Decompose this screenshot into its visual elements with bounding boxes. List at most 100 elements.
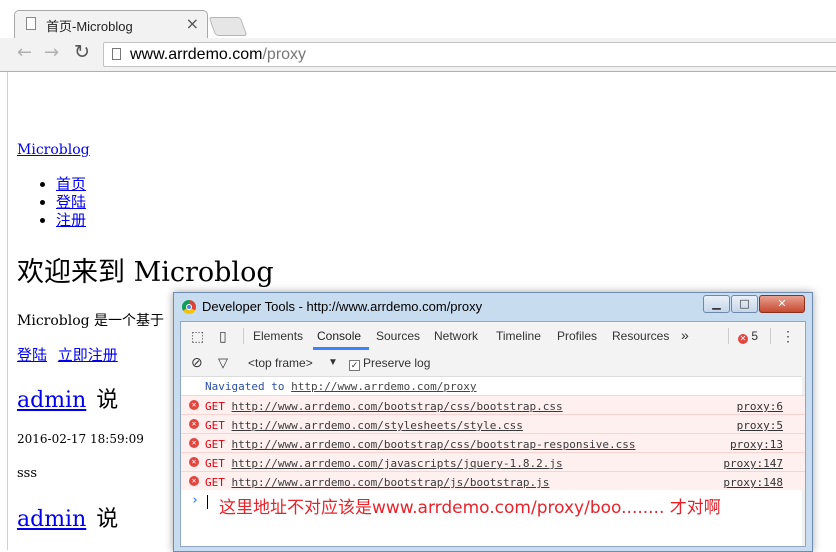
brand-link[interactable]: Microblog xyxy=(17,142,90,158)
console-error-row: ✕ GET http://www.arrdemo.com/stylesheets/… xyxy=(181,414,805,433)
inspect-element-icon[interactable]: ⬚ xyxy=(191,328,204,345)
console-message: Navigated to http://www.arrdemo.com/prox… xyxy=(205,380,477,393)
frame-dropdown-icon[interactable]: ▼ xyxy=(328,357,338,368)
error-icon: ✕ xyxy=(189,400,199,410)
console-message: GET http://www.arrdemo.com/bootstrap/css… xyxy=(205,400,563,413)
kebab-menu-icon[interactable]: ⋮ xyxy=(781,328,795,345)
annotation-text: 这里地址不对应该是www.arrdemo.com/proxy/boo......… xyxy=(219,498,721,518)
console-error-row: ✕ GET http://www.arrdemo.com/bootstrap/cs… xyxy=(181,395,805,414)
console-message: GET http://www.arrdemo.com/stylesheets/s… xyxy=(205,419,523,432)
more-tabs-icon[interactable]: » xyxy=(681,327,689,343)
browser-tab[interactable]: 首页-Microblog × xyxy=(14,10,208,38)
tab-console[interactable]: Console xyxy=(317,329,361,343)
console-url-link[interactable]: http://www.arrdemo.com/bootstrap/css/boo… xyxy=(232,438,636,451)
nav-link-register[interactable]: 注册 xyxy=(56,211,86,229)
devtools-tabbar: ⬚ ▯ Elements Console Sources Network Tim… xyxy=(181,322,805,351)
site-nav: 首页 登陆 注册 xyxy=(36,175,86,229)
minimize-button[interactable]: ▁ xyxy=(703,295,730,313)
nav-link-home[interactable]: 首页 xyxy=(56,175,86,193)
post-author-link[interactable]: admin xyxy=(17,388,86,413)
auth-links: 登陆 立即注册 xyxy=(17,344,124,365)
toolbar-divider xyxy=(770,328,771,344)
nav-item-register: 注册 xyxy=(56,211,86,229)
filter-icon[interactable]: ▽ xyxy=(218,355,228,371)
text-cursor xyxy=(207,495,208,509)
console-source-link[interactable]: proxy:5 xyxy=(737,419,783,432)
console-info-row: Navigated to http://www.arrdemo.com/prox… xyxy=(181,376,805,395)
forward-arrow-icon[interactable]: → xyxy=(44,42,59,63)
console-source-link[interactable]: proxy:13 xyxy=(730,438,783,451)
console-message: GET http://www.arrdemo.com/javascripts/j… xyxy=(205,457,563,470)
page-favicon-icon xyxy=(26,17,36,30)
reload-icon[interactable]: ↻ xyxy=(74,41,90,63)
console-prompt[interactable]: › 这里地址不对应该是www.arrdemo.com/proxy/boo....… xyxy=(181,491,805,521)
checkbox-icon[interactable]: ✓ xyxy=(349,360,360,371)
error-counter[interactable]: ✕ 5 xyxy=(738,329,758,344)
login-link[interactable]: 登陆 xyxy=(17,346,47,364)
nav-link-login[interactable]: 登陆 xyxy=(56,193,86,211)
console-url-link[interactable]: http://www.arrdemo.com/bootstrap/js/boot… xyxy=(232,476,550,489)
url-host: www.arrdemo.com xyxy=(130,46,263,63)
post-text: sss xyxy=(17,466,38,481)
toolbar-divider xyxy=(243,328,244,344)
console-message-prefix: Navigated to xyxy=(205,380,292,393)
console-error-row: ✕ GET http://www.arrdemo.com/bootstrap/js… xyxy=(181,471,805,490)
page-icon xyxy=(112,48,121,60)
console-message-prefix: GET xyxy=(205,476,232,489)
console-source-link[interactable]: proxy:6 xyxy=(737,400,783,413)
console-url-link[interactable]: http://www.arrdemo.com/proxy xyxy=(291,380,476,393)
console-url-link[interactable]: http://www.arrdemo.com/stylesheets/style… xyxy=(232,419,523,432)
error-icon: ✕ xyxy=(189,457,199,467)
preserve-log-toggle[interactable]: ✓ Preserve log xyxy=(349,356,430,371)
console-message: GET http://www.arrdemo.com/bootstrap/css… xyxy=(205,438,635,451)
preserve-log-label: Preserve log xyxy=(363,356,431,370)
site-description: Microblog 是一个基于 xyxy=(17,313,165,329)
tab-strip: 首页-Microblog × xyxy=(0,0,836,38)
console-error-row: ✕ GET http://www.arrdemo.com/bootstrap/cs… xyxy=(181,433,805,452)
tab-elements[interactable]: Elements xyxy=(253,329,303,343)
device-mode-icon[interactable]: ▯ xyxy=(219,328,227,345)
url-text[interactable]: www.arrdemo.com/proxy xyxy=(130,46,306,64)
back-arrow-icon[interactable]: ← xyxy=(17,42,32,63)
error-icon: ✕ xyxy=(738,334,748,344)
console-message-prefix: GET xyxy=(205,457,232,470)
toolbar-divider xyxy=(728,328,729,344)
console-url-link[interactable]: http://www.arrdemo.com/javascripts/jquer… xyxy=(232,457,563,470)
console-output: › 这里地址不对应该是www.arrdemo.com/proxy/boo....… xyxy=(181,376,805,546)
tab-network[interactable]: Network xyxy=(434,329,478,343)
close-window-button[interactable]: ✕ xyxy=(759,295,805,313)
new-tab-button[interactable] xyxy=(208,17,248,36)
console-url-link[interactable]: http://www.arrdemo.com/bootstrap/css/boo… xyxy=(232,400,563,413)
post-timestamp: 2016-02-17 18:59:09 xyxy=(17,432,144,446)
tab-title: 首页-Microblog xyxy=(46,19,133,34)
devtools-titlebar[interactable]: Developer Tools - http://www.arrdemo.com… xyxy=(174,293,812,321)
tab-profiles[interactable]: Profiles xyxy=(557,329,597,343)
register-now-link[interactable]: 立即注册 xyxy=(58,346,118,364)
frame-selector[interactable]: <top frame> xyxy=(248,356,313,370)
url-path: /proxy xyxy=(262,46,307,63)
console-source-link[interactable]: proxy:147 xyxy=(723,457,783,470)
browser-toolbar: ← → ↻ www.arrdemo.com/proxy xyxy=(0,38,836,72)
console-source-link[interactable]: proxy:148 xyxy=(723,476,783,489)
tab-sources[interactable]: Sources xyxy=(376,329,420,343)
post-author-line: admin 说 xyxy=(17,501,118,533)
console-message: GET http://www.arrdemo.com/bootstrap/js/… xyxy=(205,476,549,489)
post-says-label: 说 xyxy=(96,507,119,532)
error-icon: ✕ xyxy=(189,476,199,486)
error-icon: ✕ xyxy=(189,438,199,448)
tab-resources[interactable]: Resources xyxy=(612,329,669,343)
error-icon: ✕ xyxy=(189,419,199,429)
post-author-line: admin 说 xyxy=(17,382,118,414)
address-bar[interactable]: www.arrdemo.com/proxy xyxy=(103,42,836,67)
maximize-button[interactable]: □ xyxy=(731,295,758,313)
close-tab-icon[interactable]: × xyxy=(186,14,199,33)
prompt-chevron-icon: › xyxy=(191,493,199,508)
console-message-prefix: GET xyxy=(205,400,232,413)
post-author-link[interactable]: admin xyxy=(17,507,86,532)
chrome-logo-icon xyxy=(182,300,196,314)
console-message-prefix: GET xyxy=(205,419,232,432)
error-count-value: 5 xyxy=(751,329,759,343)
devtools-title: Developer Tools - http://www.arrdemo.com… xyxy=(202,299,483,314)
tab-timeline[interactable]: Timeline xyxy=(496,329,541,343)
clear-console-icon[interactable]: ⊘ xyxy=(191,354,203,371)
